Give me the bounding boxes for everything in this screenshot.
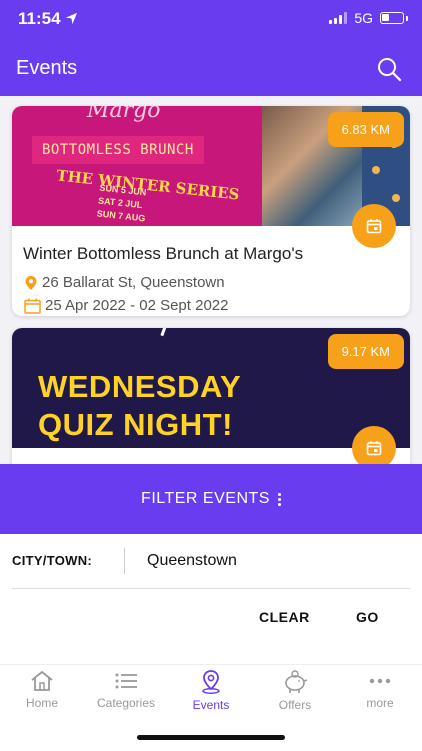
event-image: WEDNESDAY QUIZ NIGHT! 9.17 KM bbox=[12, 328, 410, 448]
city-town-select[interactable]: Queenstown bbox=[147, 552, 237, 570]
location-arrow-icon bbox=[66, 12, 78, 25]
calendar-icon bbox=[366, 219, 382, 234]
event-card[interactable]: Margo BOTTOMLESS BRUNCH THE WINTER SERIE… bbox=[12, 106, 410, 316]
event-dates-text: 25 Apr 2022 - 02 Sept 2022 bbox=[45, 297, 229, 314]
home-icon bbox=[31, 671, 53, 691]
event-image: Margo BOTTOMLESS BRUNCH THE WINTER SERIE… bbox=[12, 106, 410, 226]
city-town-label: CITY/TOWN: bbox=[12, 553, 93, 568]
battery-icon bbox=[380, 12, 404, 24]
network-label: 5G bbox=[354, 10, 373, 26]
field-divider bbox=[124, 548, 125, 574]
event-image-dates: SUN 5 JUN SAT 2 JUL SUN 7 AUG bbox=[96, 182, 148, 226]
status-indicators: 5G bbox=[329, 10, 408, 26]
event-list: Margo BOTTOMLESS BRUNCH THE WINTER SERIE… bbox=[0, 96, 422, 464]
tab-label: Home bbox=[25, 696, 58, 710]
battery-tip bbox=[406, 15, 408, 21]
app-bar: Events bbox=[0, 40, 422, 96]
event-image-accent bbox=[160, 328, 167, 337]
add-to-calendar-button[interactable] bbox=[352, 426, 396, 464]
event-image-headline-line: WEDNESDAY bbox=[38, 369, 242, 404]
tab-label: Categories bbox=[96, 696, 156, 710]
signal-icon bbox=[329, 12, 348, 24]
tab-more[interactable]: more bbox=[338, 665, 422, 725]
event-card[interactable]: WEDNESDAY QUIZ NIGHT! 9.17 KM bbox=[12, 328, 410, 464]
filter-events-label: FILTER EVENTS bbox=[141, 490, 270, 507]
piggy-bank-icon bbox=[285, 670, 308, 693]
event-image-banner: BOTTOMLESS BRUNCH bbox=[32, 136, 204, 164]
filter-events-button[interactable]: FILTER EVENTS bbox=[0, 464, 422, 534]
tab-label: Offers bbox=[278, 698, 312, 712]
distance-badge: 6.83 KM bbox=[327, 112, 404, 147]
clear-button[interactable]: CLEAR bbox=[259, 609, 310, 625]
filter-panel: CITY/TOWN: Queenstown CLEAR GO bbox=[0, 534, 422, 664]
status-bar: 11:54 5G bbox=[0, 0, 422, 40]
event-title: Winter Bottomless Brunch at Margo's bbox=[23, 244, 304, 263]
tab-categories[interactable]: Categories bbox=[84, 665, 168, 725]
status-time: 11:54 bbox=[18, 9, 78, 29]
event-location-text: 26 Ballarat St, Queenstown bbox=[42, 274, 225, 291]
event-location: 26 Ballarat St, Queenstown bbox=[24, 274, 225, 291]
tab-label: Events bbox=[192, 698, 230, 712]
map-pin-icon bbox=[202, 670, 220, 694]
tab-events[interactable]: Events bbox=[169, 665, 253, 725]
event-image-headline: WEDNESDAY QUIZ NIGHT! bbox=[38, 368, 241, 444]
event-image-poster: Margo BOTTOMLESS BRUNCH THE WINTER SERIE… bbox=[12, 106, 262, 226]
map-pin-icon bbox=[25, 275, 37, 290]
list-icon bbox=[115, 673, 137, 689]
tab-offers[interactable]: Offers bbox=[253, 665, 337, 725]
home-indicator bbox=[137, 735, 285, 740]
event-image-headline-line: QUIZ NIGHT! bbox=[38, 407, 233, 442]
add-to-calendar-button[interactable] bbox=[352, 204, 396, 248]
event-image-series: THE WINTER SERIES bbox=[55, 166, 241, 204]
status-time-text: 11:54 bbox=[18, 9, 61, 28]
distance-badge: 9.17 KM bbox=[327, 334, 404, 369]
search-button[interactable] bbox=[376, 56, 402, 82]
go-button[interactable]: GO bbox=[356, 609, 379, 625]
calendar-icon bbox=[366, 441, 382, 456]
tab-label: more bbox=[366, 696, 394, 710]
page-title: Events bbox=[16, 57, 78, 79]
field-underline bbox=[12, 588, 410, 589]
more-dots-icon bbox=[369, 678, 391, 684]
event-dates: 25 Apr 2022 - 02 Sept 2022 bbox=[24, 297, 228, 314]
event-image-logo: Margo bbox=[87, 106, 161, 123]
calendar-outline-icon bbox=[24, 298, 41, 314]
search-icon bbox=[378, 58, 402, 82]
kebab-menu-icon bbox=[277, 492, 281, 506]
tab-home[interactable]: Home bbox=[0, 665, 84, 725]
